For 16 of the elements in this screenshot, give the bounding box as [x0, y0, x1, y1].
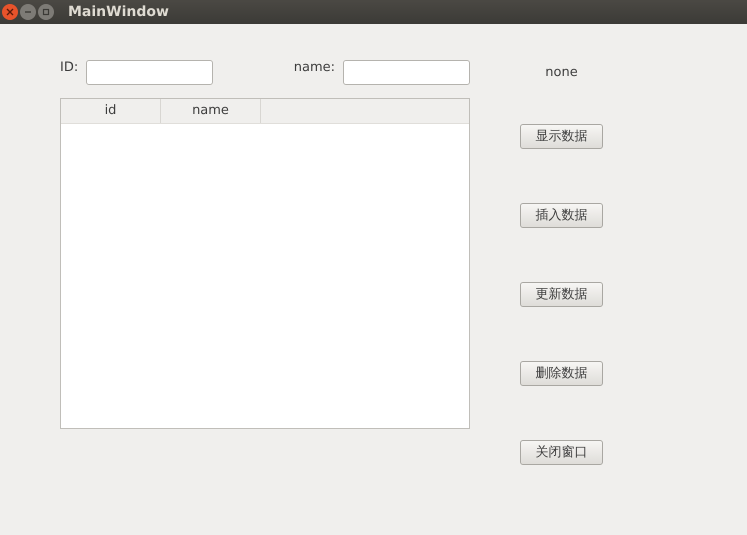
input-field[interactable]: [343, 60, 470, 85]
field-label: ID:: [60, 58, 78, 77]
field-label: name:: [294, 58, 335, 77]
action-button[interactable]: 显示数据: [520, 124, 603, 149]
action-button[interactable]: 插入数据: [520, 203, 603, 228]
column-header[interactable]: name: [161, 99, 261, 123]
input-field[interactable]: [86, 60, 214, 85]
maximize-icon[interactable]: [38, 4, 54, 20]
minimize-icon[interactable]: [20, 4, 36, 20]
close-icon[interactable]: [2, 4, 18, 20]
window-title: MainWindow: [68, 2, 169, 22]
action-button[interactable]: 关闭窗口: [520, 440, 603, 465]
action-button[interactable]: 删除数据: [520, 361, 603, 386]
column-header[interactable]: id: [61, 99, 161, 123]
status-label: none: [545, 64, 578, 82]
action-button[interactable]: 更新数据: [520, 282, 603, 307]
